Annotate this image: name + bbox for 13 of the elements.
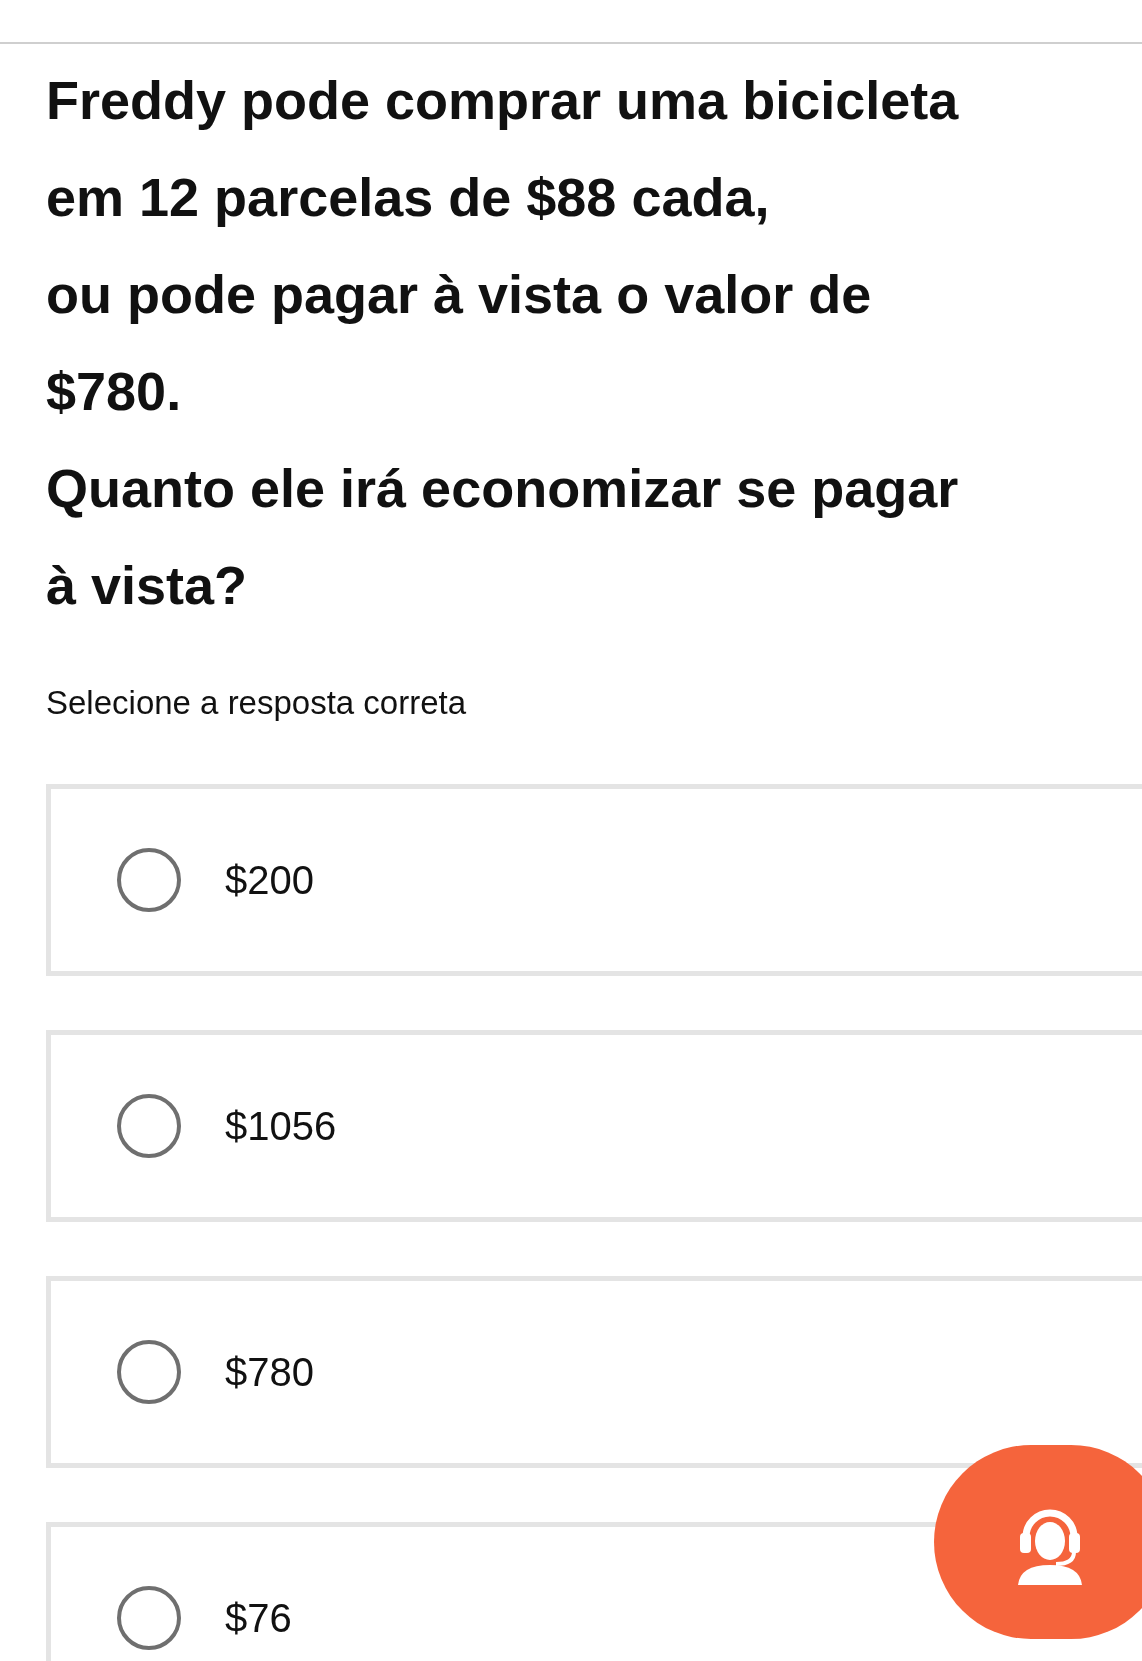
answer-option[interactable]: $200 <box>46 784 1142 976</box>
question-text: à vista? <box>46 554 249 617</box>
radio-button[interactable] <box>117 1340 181 1404</box>
answer-option[interactable]: $1056 <box>46 1030 1142 1222</box>
question-text: $780. <box>46 360 183 423</box>
question-text: Freddy pode comprar uma bicicleta <box>46 69 960 132</box>
radio-button[interactable] <box>117 1586 181 1650</box>
question-text: ou pode pagar à vista o valor de <box>46 263 873 326</box>
question-text: em 12 parcelas de $88 cada, <box>46 166 771 229</box>
radio-button[interactable] <box>117 1094 181 1158</box>
question-text: Quanto ele irá economizar se pagar <box>46 457 960 520</box>
radio-button[interactable] <box>117 848 181 912</box>
instruction-text: Selecione a resposta correta <box>46 684 468 722</box>
